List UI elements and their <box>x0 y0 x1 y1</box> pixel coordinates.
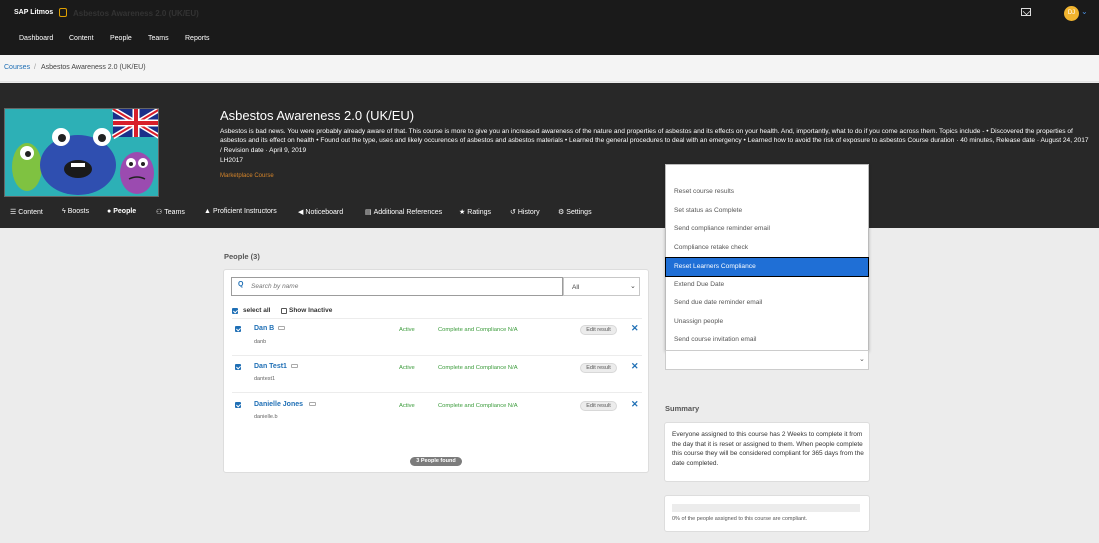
app-title: Asbestos Awareness 2.0 (UK/EU) <box>73 9 199 18</box>
marketplace-badge: Marketplace Course <box>220 173 274 179</box>
nav-reports[interactable]: Reports <box>185 35 210 42</box>
remove-person-icon[interactable]: ✕ <box>631 323 639 334</box>
person-icon: ● <box>107 208 112 215</box>
compliance-card <box>664 495 870 532</box>
row-checkbox[interactable] <box>235 364 241 370</box>
course-title: Asbestos Awareness 2.0 (UK/EU) <box>220 108 415 123</box>
mail-icon[interactable] <box>1021 8 1031 16</box>
menu-item-unassign-people[interactable]: Unassign people <box>666 313 868 331</box>
tab-teams[interactable]: ⚇ Teams <box>156 208 185 216</box>
course-image <box>4 108 159 197</box>
compliance-status: Complete and Compliance N/A <box>438 403 518 409</box>
document-icon: ▤ <box>365 209 372 216</box>
tab-history[interactable]: ↺ History <box>510 208 540 216</box>
person-username: danielle.b <box>254 414 278 420</box>
tab-noticeboard[interactable]: ◀ Noticeboard <box>298 208 343 216</box>
row-divider <box>232 355 642 356</box>
tab-ratings[interactable]: ★ Ratings <box>459 208 491 216</box>
brand-badge-icon <box>59 8 67 17</box>
summary-heading: Summary <box>665 404 700 413</box>
breadcrumb-current: Asbestos Awareness 2.0 (UK/EU) <box>41 64 146 71</box>
row-divider <box>232 392 642 393</box>
people-found-badge: 3 People found <box>410 457 462 466</box>
search-icon: Q <box>238 281 244 288</box>
status-badge: Active <box>399 365 415 371</box>
remove-person-icon[interactable]: ✕ <box>631 361 639 372</box>
list-icon: ☰ <box>10 209 17 216</box>
course-header <box>0 83 1099 228</box>
compliance-status: Complete and Compliance N/A <box>438 365 518 371</box>
nav-dashboard[interactable]: Dashboard <box>19 35 53 42</box>
history-icon: ↺ <box>510 209 516 216</box>
person-name-link[interactable]: Dan B <box>254 325 274 332</box>
people-heading: People (3) <box>224 252 260 261</box>
row-checkbox[interactable] <box>235 326 241 332</box>
group-icon: ⚇ <box>156 209 163 216</box>
edit-result-button[interactable]: Edit result <box>580 363 617 373</box>
menu-item-reset-course-results[interactable]: Reset course results <box>666 183 868 201</box>
breadcrumb-separator: / <box>34 64 36 71</box>
nav-content[interactable]: Content <box>69 35 94 42</box>
chevron-down-icon: ⌄ <box>630 283 636 290</box>
chevron-down-icon: ⌄ <box>859 356 865 363</box>
show-inactive-checkbox[interactable] <box>281 308 287 314</box>
breadcrumb <box>0 55 1099 82</box>
filter-value: All <box>572 284 580 291</box>
row-divider <box>232 318 642 319</box>
menu-item-send-course-invitation[interactable]: Send course invitation email <box>666 331 868 349</box>
chevron-down-icon[interactable]: ⌄ <box>1081 7 1088 16</box>
menu-item-set-status-complete[interactable]: Set status as Complete <box>666 202 868 220</box>
bolt-icon: ϟ <box>62 208 66 215</box>
tab-proficient-instructors[interactable]: ▲ Proficient Instructors <box>204 208 277 215</box>
id-card-icon <box>291 364 298 368</box>
gear-icon: ⚙ <box>558 209 565 216</box>
select-all-checkbox[interactable] <box>232 308 238 314</box>
star-icon: ★ <box>459 209 466 216</box>
course-description: Asbestos is bad news. You were probably … <box>220 128 1089 154</box>
graduation-cap-icon: ▲ <box>204 208 211 215</box>
tab-settings[interactable]: ⚙ Settings <box>558 208 592 216</box>
row-checkbox[interactable] <box>235 402 241 408</box>
brand-logo[interactable]: SAP Litmos <box>14 9 53 16</box>
person-name-link[interactable]: Dan Test1 <box>254 363 287 370</box>
select-all-label: select all <box>243 307 271 314</box>
tab-content[interactable]: ☰ Content <box>10 208 43 216</box>
compliance-progress-track <box>672 504 860 512</box>
menu-item-reset-learners-compliance[interactable]: Reset Learners Compliance <box>665 257 869 277</box>
menu-item-extend-due-date[interactable]: Extend Due Date <box>666 276 868 294</box>
compliance-text: 0% of the people assigned to this course… <box>672 516 808 522</box>
nav-teams[interactable]: Teams <box>148 35 169 42</box>
compliance-status: Complete and Compliance N/A <box>438 327 518 333</box>
megaphone-icon: ◀ <box>298 209 304 216</box>
edit-result-button[interactable]: Edit result <box>580 401 617 411</box>
user-avatar[interactable]: DJ <box>1064 6 1079 21</box>
tab-people[interactable]: ● People <box>107 208 136 215</box>
menu-item-send-due-date-reminder[interactable]: Send due date reminder email <box>666 294 868 312</box>
person-username: dantest1 <box>254 376 276 382</box>
monster-illustration-icon <box>5 109 158 196</box>
status-badge: Active <box>399 403 415 409</box>
id-card-icon <box>309 402 316 406</box>
search-input[interactable] <box>251 279 551 294</box>
menu-item-send-compliance-reminder[interactable]: Send compliance reminder email <box>666 220 868 238</box>
summary-text: Everyone assigned to this course has 2 W… <box>672 431 864 467</box>
status-badge: Active <box>399 327 415 333</box>
action-select[interactable] <box>665 350 869 370</box>
course-code: LH2017 <box>220 157 244 164</box>
show-inactive-label: Show Inactive <box>289 307 333 314</box>
person-name-link[interactable]: Danielle Jones <box>254 401 303 408</box>
tab-boosts[interactable]: ϟ Boosts <box>62 208 89 215</box>
id-card-icon <box>278 326 285 330</box>
remove-person-icon[interactable]: ✕ <box>631 399 639 410</box>
menu-item-compliance-retake-check[interactable]: Compliance retake check <box>666 239 868 257</box>
person-username: danb <box>254 339 267 345</box>
edit-result-button[interactable]: Edit result <box>580 325 617 335</box>
nav-people[interactable]: People <box>110 35 132 42</box>
tab-additional-references[interactable]: ▤ Additional References <box>365 208 442 216</box>
breadcrumb-courses-link[interactable]: Courses <box>4 64 30 71</box>
